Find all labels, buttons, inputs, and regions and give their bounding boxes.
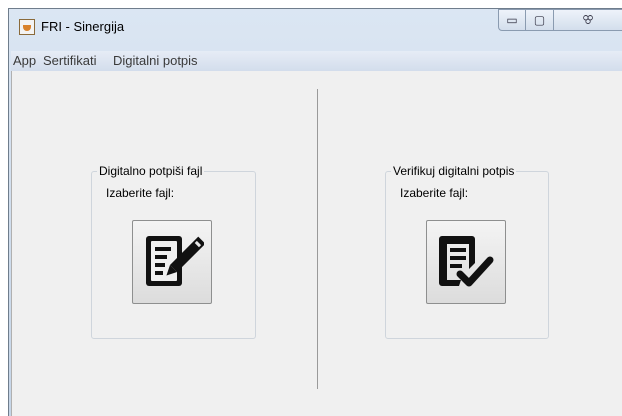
verify-file-button[interactable] (426, 220, 506, 304)
minimize-icon: ▭ (506, 13, 518, 27)
sign-choose-file-label: Izaberite fajl: (106, 186, 175, 200)
close-icon: ꕢ (582, 12, 594, 27)
menu-app[interactable]: App (13, 53, 36, 68)
document-check-icon (439, 236, 494, 287)
main-content: Digitalno potpiši fajl Izaberite fajl: V… (11, 71, 622, 416)
maximize-button[interactable]: ▢ (526, 9, 554, 31)
minimize-button[interactable]: ▭ (498, 9, 526, 31)
title-bar[interactable]: FRI - Sinergija ▭ ▢ ꕢ (9, 9, 622, 51)
java-cup-icon (19, 19, 35, 35)
menu-sertifikati[interactable]: Sertifikati (43, 53, 96, 68)
sign-file-button[interactable] (132, 220, 212, 304)
app-window: FRI - Sinergija ▭ ▢ ꕢ App Sertifikati Di… (8, 8, 622, 416)
window-title: FRI - Sinergija (41, 19, 125, 34)
vertical-divider (317, 89, 318, 389)
menu-bar: App Sertifikati Digitalni potpis (11, 51, 622, 71)
verify-choose-file-label: Izaberite fajl: (400, 186, 469, 200)
verify-signature-panel: Verifikuj digitalni potpis Izaberite faj… (385, 164, 549, 339)
document-pen-icon (146, 236, 204, 286)
sign-panel-legend: Digitalno potpiši fajl (97, 164, 205, 178)
menu-digitalni-potpis[interactable]: Digitalni potpis (113, 53, 198, 68)
verify-panel-legend: Verifikuj digitalni potpis (391, 164, 517, 178)
sign-file-panel: Digitalno potpiši fajl Izaberite fajl: (91, 164, 256, 339)
close-button[interactable]: ꕢ (554, 9, 622, 31)
maximize-icon: ▢ (533, 13, 546, 27)
